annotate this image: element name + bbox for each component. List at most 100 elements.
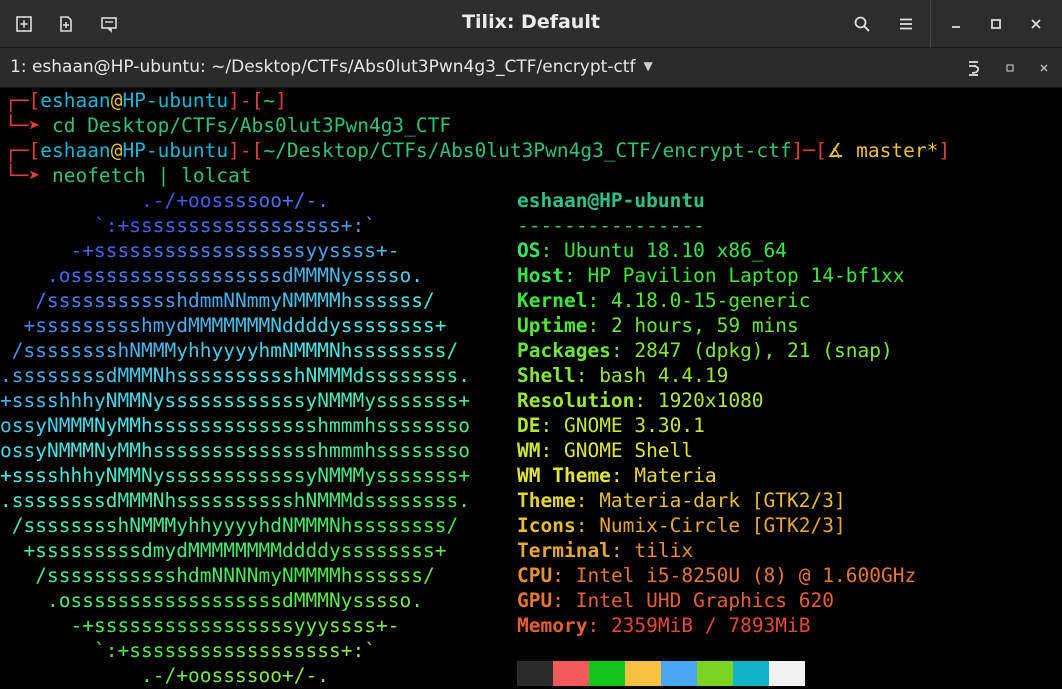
info-value: 4.18.0-15-generic [610, 289, 811, 312]
info-key: Resolution [517, 389, 635, 412]
palette-swatch [625, 661, 661, 686]
info-key: WM [517, 439, 541, 462]
info-colon: : [610, 464, 635, 487]
add-terminal-down-button[interactable] [52, 10, 80, 38]
prompt-at: @ [110, 139, 123, 162]
info-row: DE: GNOME 3.30.1 [517, 413, 705, 438]
terminal-output[interactable]: ┌─[eshaan@HP-ubuntu]-[~] └─➤ cd Desktop/… [0, 88, 1062, 689]
logo-line: ossyNMMMNyMMhsssssssssssssshmmmhssssssso [0, 439, 470, 462]
logo-line: /ssssssssssshdmmNNmmyNMMMMhssssss/ [35, 289, 435, 312]
info-key: DE [517, 414, 541, 437]
info-row: Theme: Materia-dark [GTK2/3] [517, 488, 846, 513]
info-colon: : [587, 289, 611, 312]
info-key: Icons [517, 514, 576, 537]
info-value: 2 hours, 59 mins [610, 314, 799, 337]
info-value: 2847 (dpkg), 21 (snap) [634, 339, 893, 362]
info-colon: : [540, 414, 564, 437]
info-key: WM Theme [517, 464, 611, 487]
info-row: GPU: Intel UHD Graphics 620 [517, 588, 834, 613]
maximize-button[interactable] [982, 10, 1010, 38]
info-row: Host: HP Pavilion Laptop 14-bf1xx [517, 263, 904, 288]
prompt-at: @ [110, 89, 123, 112]
info-key: Terminal [517, 539, 611, 562]
info-key: CPU [517, 564, 553, 587]
find-button[interactable] [848, 10, 876, 38]
maximize-icon [991, 19, 1001, 29]
info-row: Packages: 2847 (dpkg), 21 (snap) [517, 338, 893, 363]
logo-line: +sssshhhyNMMNyssssssssssssyNMMMysssssss+ [0, 389, 470, 412]
logo-line: .ssssssssdMMMNhsssssssssshNMMMdssssssss. [0, 489, 470, 512]
info-colon: : [575, 364, 600, 387]
info-colon: : [552, 589, 576, 612]
split-add-icon [16, 16, 32, 32]
info-colon: : [610, 339, 635, 362]
info-row: Shell: bash 4.4.19 [517, 363, 728, 388]
command-line-2: └─➤ neofetch | lolcat [5, 164, 252, 187]
command-text: neofetch | lolcat [51, 164, 252, 187]
prompt-user: eshaan [40, 139, 111, 162]
session-icon [101, 17, 117, 33]
info-colon: : [587, 614, 611, 637]
logo-line: -+ssssssssssssssssssyyssss+- [70, 239, 400, 262]
hamburger-menu-icon [900, 18, 912, 30]
info-key: GPU [517, 589, 553, 612]
info-row: Icons: Numix-Circle [GTK2/3] [517, 513, 846, 538]
logo-line: /ssssssssssshdmNNNNmyNMMMMhssssss/ [35, 564, 435, 587]
info-row: OS: Ubuntu 18.10 x86_64 [517, 238, 787, 263]
logo-line: -+sssssssssssssssssyyyssss+- [70, 614, 400, 637]
git-branch-icon: ∡ [826, 139, 857, 162]
info-value: Intel UHD Graphics 620 [575, 589, 834, 612]
info-underline: ---------------- [517, 214, 705, 237]
info-row: WM Theme: Materia [517, 463, 717, 488]
logo-line: .ossssssssssssssssssdMMMNysssso. [47, 264, 423, 287]
info-value: Intel i5-8250U (8) @ 1.600GHz [575, 564, 917, 587]
logo-line: .ssssssssdMMMNhsssssssssshNMMMdssssssss. [0, 364, 470, 387]
info-key: Shell [517, 364, 576, 387]
git-branch: master* [856, 139, 939, 162]
read-only-toggle-button[interactable] [960, 54, 988, 82]
minimize-button[interactable] [942, 10, 970, 38]
info-colon: : [563, 264, 588, 287]
logo-line: .ossssssssssssssssssdMMMNysssso. [47, 589, 423, 612]
terminal-title-label: 1: eshaan@HP-ubuntu: ~/Desktop/CTFs/Abs0… [10, 57, 636, 77]
info-value: tilix [634, 539, 694, 562]
sessions-button[interactable] [95, 10, 123, 38]
terminal-title-dropdown[interactable]: 1: eshaan@HP-ubuntu: ~/Desktop/CTFs/Abs0… [10, 57, 653, 77]
input-sync-icon [969, 61, 980, 76]
info-value: Materia-dark [GTK2/3] [599, 489, 846, 512]
titlebar-separator [930, 0, 931, 48]
prompt-line-2: ┌─[eshaan@HP-ubuntu]-[~/Desktop/CTFs/Abs… [5, 139, 951, 162]
prompt-dir: ~/Desktop/CTFs/Abs0lut3Pwn4g3_CTF/encryp… [263, 139, 792, 162]
info-colon: : [540, 439, 564, 462]
palette-swatch [733, 661, 769, 686]
info-key: Kernel [517, 289, 588, 312]
info-row: Terminal: tilix [517, 538, 693, 563]
info-colon: : [575, 489, 600, 512]
logo-line: .-/+oossssoo+/-. [141, 664, 329, 687]
logo-line: /sssssssshNMMMyhhyyyyhmNMMMNhssssssss/ [11, 339, 459, 362]
terminal-maximize-button[interactable] [996, 54, 1024, 82]
chevron-down-icon: ▼ [643, 59, 653, 73]
menu-button[interactable] [892, 10, 920, 38]
info-colon: : [610, 539, 635, 562]
command-text: cd Desktop/CTFs/Abs0lut3Pwn4g3_CTF [51, 114, 452, 137]
info-key: Uptime [517, 314, 588, 337]
info-colon: : [540, 239, 564, 262]
prompt-user: eshaan [40, 89, 111, 112]
info-value: Materia [634, 464, 717, 487]
palette-swatch [589, 661, 625, 686]
info-value: GNOME 3.30.1 [563, 414, 705, 437]
logo-line: `:+ssssssssssssssssss+:` [94, 639, 376, 662]
logo-line: .-/+oossssoo+/-. [141, 189, 329, 212]
prompt-host: HP-ubuntu [122, 139, 229, 162]
prompt-host: HP-ubuntu [122, 89, 229, 112]
palette-swatch [661, 661, 697, 686]
close-button[interactable] [1022, 10, 1050, 38]
palette-swatch [769, 661, 805, 686]
terminal-close-button[interactable] [1030, 54, 1058, 82]
prompt-line-1: ┌─[eshaan@HP-ubuntu]-[~] [5, 89, 287, 112]
command-line-1: └─➤ cd Desktop/CTFs/Abs0lut3Pwn4g3_CTF [5, 114, 452, 137]
logo-line: /sssssssshNMMMyhhyyyyhdNMMMNhssssssss/ [11, 514, 459, 537]
info-row: Uptime: 2 hours, 59 mins [517, 313, 799, 338]
add-terminal-right-button[interactable] [10, 10, 38, 38]
